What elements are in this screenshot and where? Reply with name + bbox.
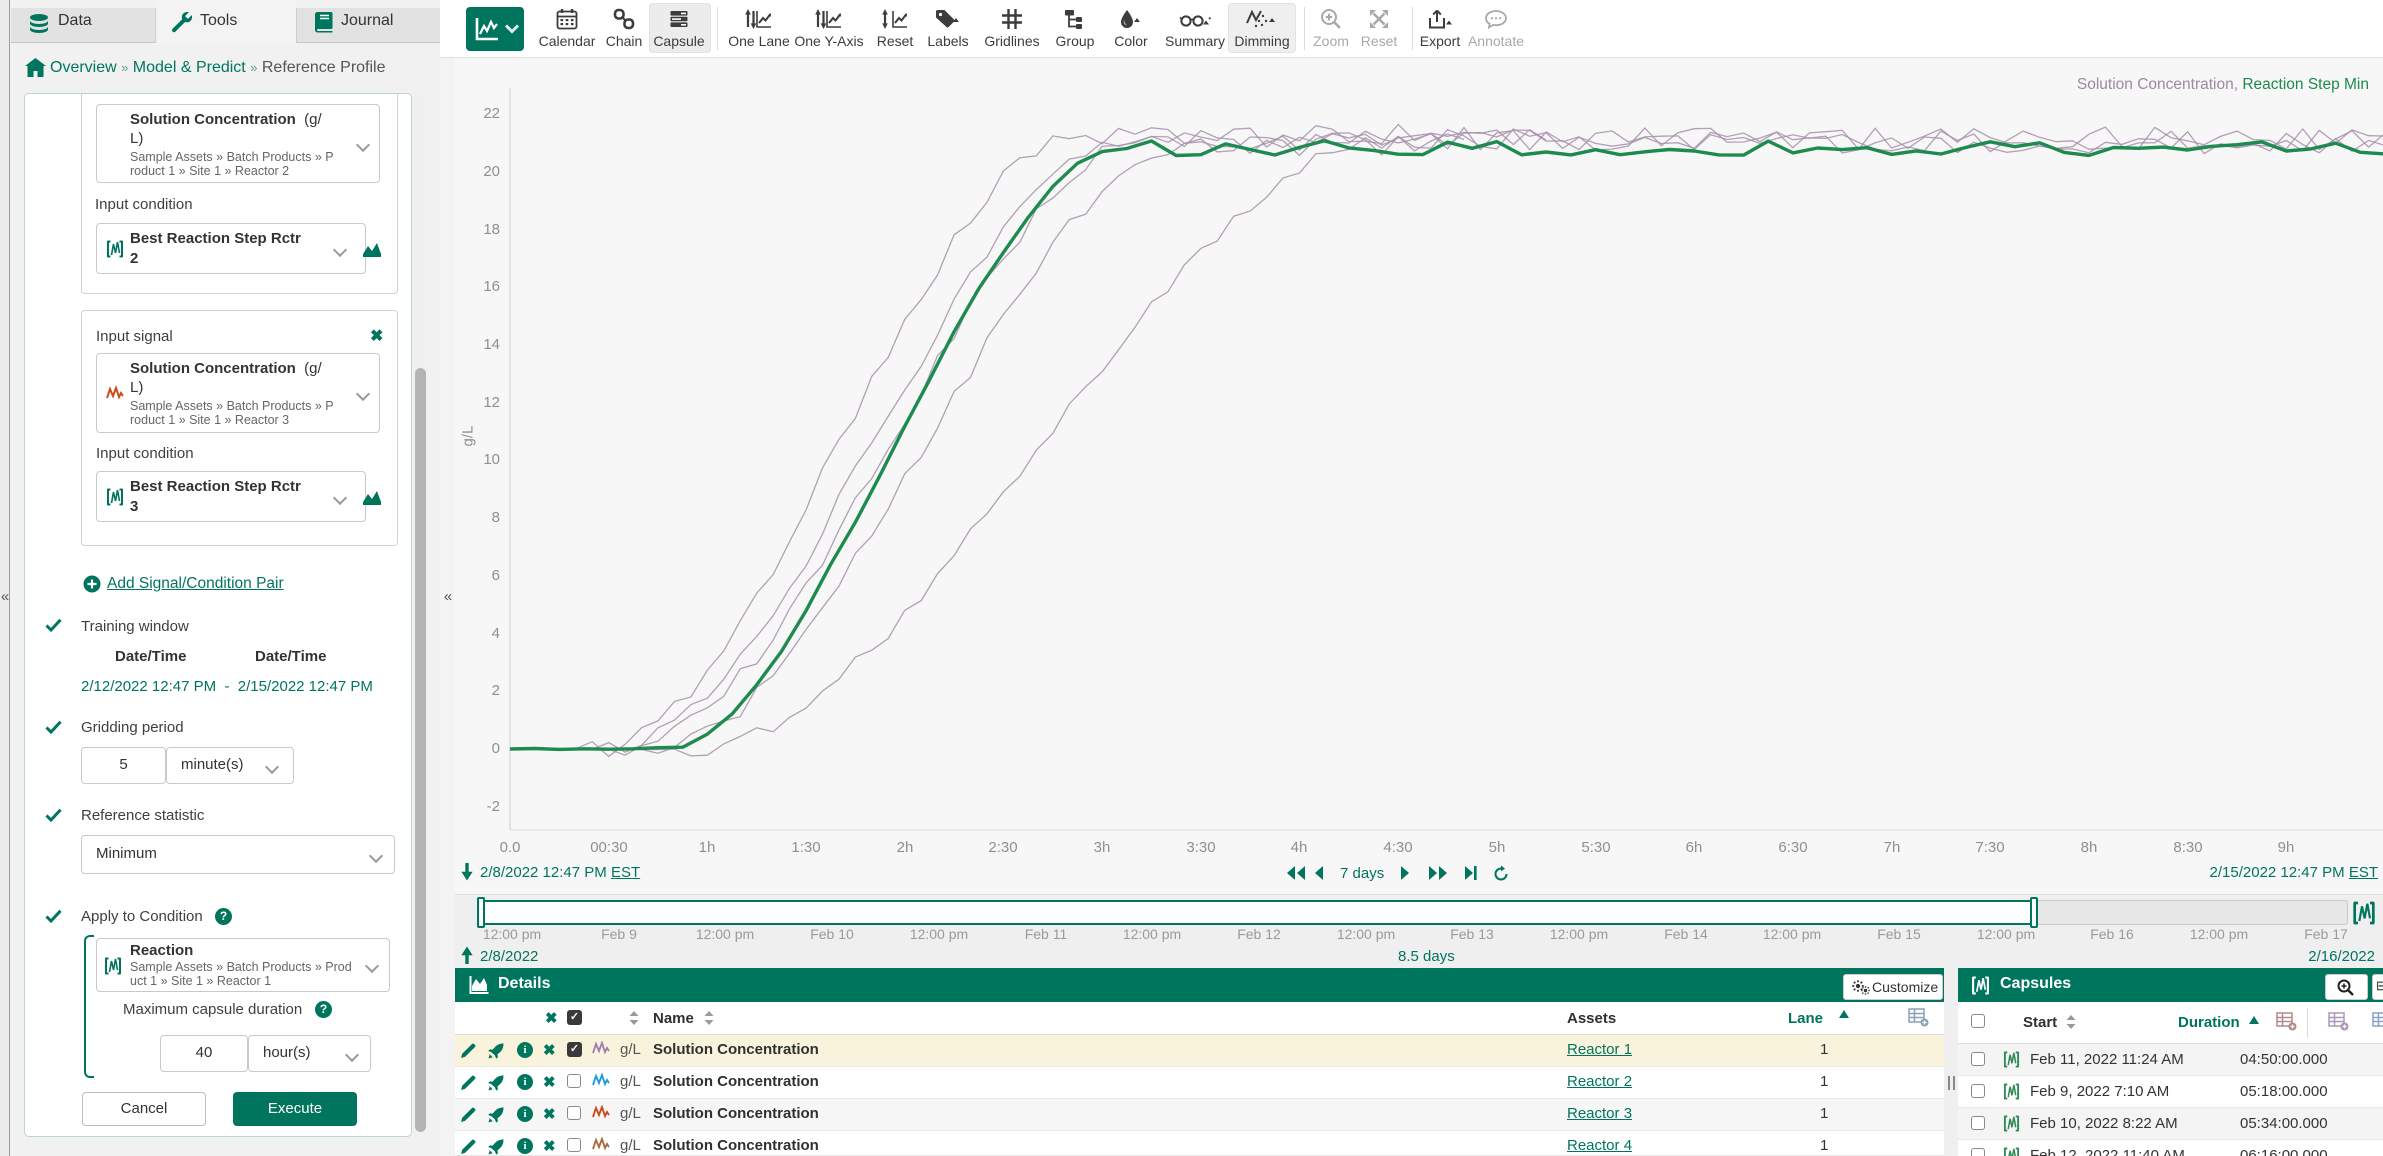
svg-text:7 days: 7 days <box>1340 865 1384 882</box>
